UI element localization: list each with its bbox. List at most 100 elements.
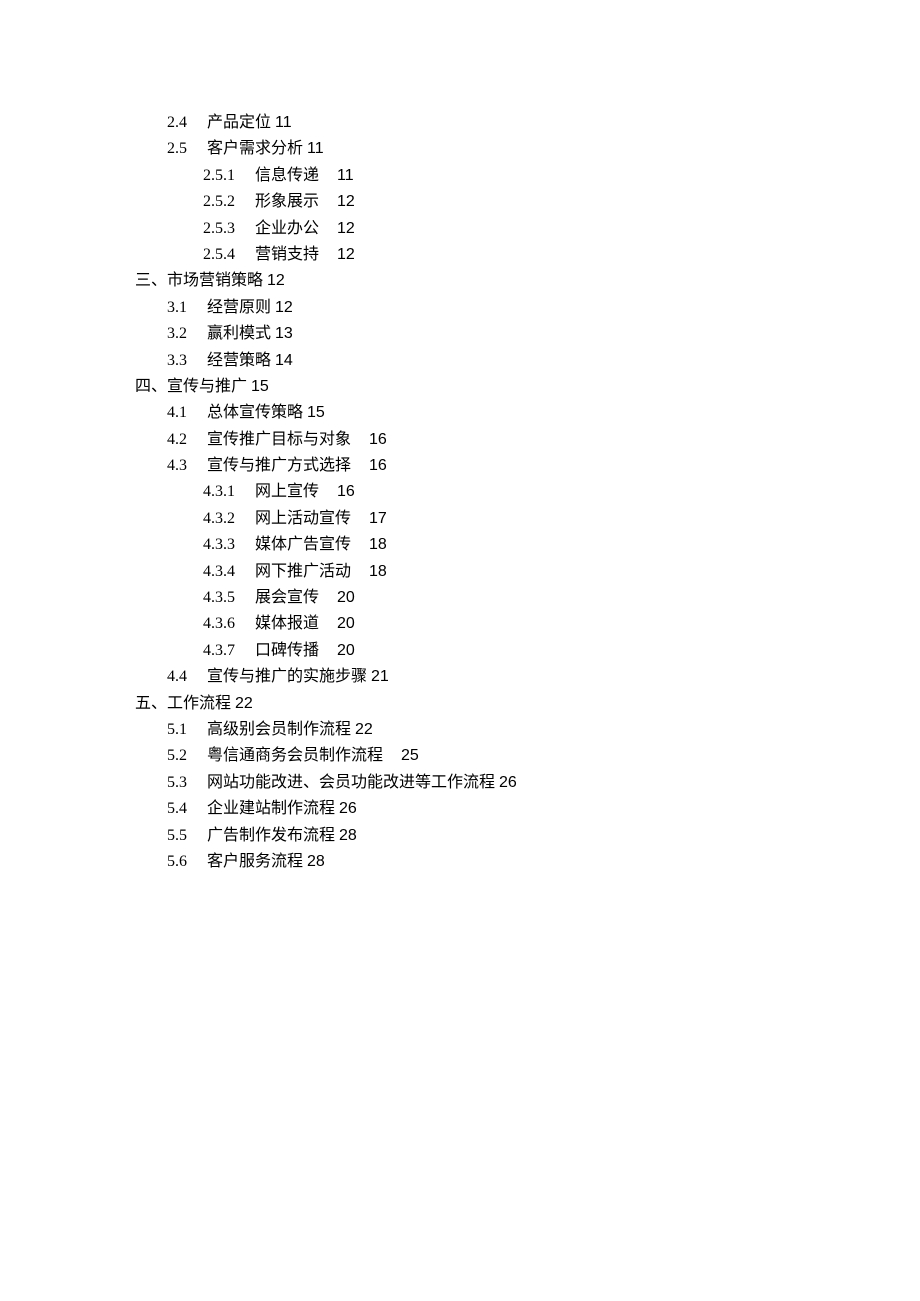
toc-title: 企业办公 — [255, 220, 319, 237]
toc-section-number: 4.3.7 — [203, 638, 255, 664]
toc-title: 客户需求分析 — [207, 140, 303, 157]
toc-title: 网上宣传 — [255, 483, 319, 500]
toc-page-number: 12 — [337, 246, 355, 263]
toc-page-number: 12 — [275, 299, 293, 316]
toc-section-number: 5.1 — [167, 717, 207, 743]
toc-section-number: 4.3 — [167, 453, 207, 479]
toc-title: 高级别会员制作流程 — [207, 721, 351, 738]
toc-entry: 4.3.1网上宣传 16 — [203, 479, 785, 505]
toc-section-number: 5.3 — [167, 770, 207, 796]
toc-entry: 4.3.2网上活动宣传17 — [203, 506, 785, 532]
toc-section-number: 5.4 — [167, 796, 207, 822]
toc-title: 网下推广活动 — [255, 563, 351, 580]
toc-entry: 5.2粤信通商务会员制作流程 25 — [167, 743, 785, 769]
toc-entry: 三、市场营销策略12 — [135, 268, 785, 294]
toc-entry: 2.5.4营销支持12 — [203, 242, 785, 268]
toc-title: 宣传与推广的实施步骤 — [207, 668, 367, 685]
toc-page-number: 11 — [337, 167, 354, 184]
toc-section-number: 4.3.5 — [203, 585, 255, 611]
toc-entry: 4.3.6媒体报道 20 — [203, 611, 785, 637]
toc-section-number: 4.3.1 — [203, 479, 255, 505]
toc-entry: 4.3.5展会宣传 20 — [203, 585, 785, 611]
table-of-contents: 2.4产品定位112.5客户需求分析112.5.1信息传递112.5.2形象展示… — [135, 110, 785, 875]
toc-page-number: 22 — [355, 721, 373, 738]
toc-page-number: 17 — [369, 510, 387, 527]
toc-section-number: 三、 — [135, 272, 167, 289]
toc-page-number: 12 — [267, 272, 285, 289]
toc-section-number: 5.5 — [167, 823, 207, 849]
toc-section-number: 2.5.2 — [203, 189, 255, 215]
toc-title: 客户服务流程 — [207, 853, 303, 870]
toc-section-number: 2.5 — [167, 136, 207, 162]
toc-section-number: 2.5.3 — [203, 216, 255, 242]
toc-entry: 5.3网站功能改进、会员功能改进等工作流程26 — [167, 770, 785, 796]
toc-title: 网上活动宣传 — [255, 510, 351, 527]
toc-title: 媒体广告宣传 — [255, 536, 351, 553]
toc-entry: 4.3.7口碑传播 20 — [203, 638, 785, 664]
toc-entry: 2.4产品定位11 — [167, 110, 785, 136]
toc-page-number: 12 — [337, 193, 355, 210]
toc-section-number: 2.5.1 — [203, 163, 255, 189]
toc-page-number: 25 — [401, 747, 419, 764]
toc-page-number: 16 — [337, 483, 355, 500]
toc-entry: 4.4宣传与推广的实施步骤21 — [167, 664, 785, 690]
toc-section-number: 3.1 — [167, 295, 207, 321]
toc-title: 经营原则 — [207, 299, 271, 316]
toc-page-number: 15 — [307, 404, 325, 421]
toc-title: 宣传与推广方式选择 — [207, 457, 351, 474]
toc-title: 口碑传播 — [255, 642, 319, 659]
toc-page-number: 28 — [339, 827, 357, 844]
toc-section-number: 4.4 — [167, 664, 207, 690]
toc-title: 赢利模式 — [207, 325, 271, 342]
toc-page-number: 11 — [275, 114, 292, 131]
toc-entry: 四、宣传与推广15 — [135, 374, 785, 400]
toc-page-number: 20 — [337, 642, 355, 659]
toc-title: 媒体报道 — [255, 615, 319, 632]
toc-entry: 2.5客户需求分析11 — [167, 136, 785, 162]
toc-title: 信息传递 — [255, 167, 319, 184]
toc-title: 广告制作发布流程 — [207, 827, 335, 844]
toc-title: 粤信通商务会员制作流程 — [207, 747, 383, 764]
toc-title: 形象展示 — [255, 193, 319, 210]
toc-page-number: 18 — [369, 536, 387, 553]
toc-entry: 5.6客户服务流程28 — [167, 849, 785, 875]
toc-title: 宣传推广目标与对象 — [207, 431, 351, 448]
toc-entry: 3.1经营原则12 — [167, 295, 785, 321]
toc-section-number: 4.1 — [167, 400, 207, 426]
toc-entry: 3.3经营策略14 — [167, 348, 785, 374]
toc-title: 产品定位 — [207, 114, 271, 131]
toc-section-number: 4.3.4 — [203, 559, 255, 585]
toc-page-number: 16 — [369, 457, 387, 474]
toc-page-number: 21 — [371, 668, 389, 685]
toc-page-number: 26 — [339, 800, 357, 817]
toc-section-number: 四、 — [135, 378, 167, 395]
toc-entry: 5.5广告制作发布流程28 — [167, 823, 785, 849]
toc-page-number: 20 — [337, 589, 355, 606]
toc-section-number: 5.2 — [167, 743, 207, 769]
toc-section-number: 4.3.6 — [203, 611, 255, 637]
toc-entry: 3.2赢利模式13 — [167, 321, 785, 347]
toc-title: 市场营销策略 — [167, 272, 263, 289]
toc-title: 宣传与推广 — [167, 378, 247, 395]
toc-entry: 5.1高级别会员制作流程22 — [167, 717, 785, 743]
toc-page-number: 16 — [369, 431, 387, 448]
toc-page-number: 18 — [369, 563, 387, 580]
toc-entry: 4.2宣传推广目标与对象 16 — [167, 427, 785, 453]
toc-page-number: 12 — [337, 220, 355, 237]
toc-page-number: 26 — [499, 774, 517, 791]
toc-title: 总体宣传策略 — [207, 404, 303, 421]
toc-section-number: 3.2 — [167, 321, 207, 347]
toc-section-number: 5.6 — [167, 849, 207, 875]
toc-title: 展会宣传 — [255, 589, 319, 606]
toc-section-number: 3.3 — [167, 348, 207, 374]
toc-page-number: 20 — [337, 615, 355, 632]
toc-section-number: 4.2 — [167, 427, 207, 453]
toc-title: 工作流程 — [167, 695, 231, 712]
toc-entry: 4.3.4网下推广活动 18 — [203, 559, 785, 585]
toc-entry: 2.5.2形象展示 12 — [203, 189, 785, 215]
toc-title: 经营策略 — [207, 352, 271, 369]
toc-page-number: 22 — [235, 695, 253, 712]
toc-entry: 5.4企业建站制作流程26 — [167, 796, 785, 822]
toc-entry: 4.3.3媒体广告宣传18 — [203, 532, 785, 558]
toc-entry: 五、工作流程22 — [135, 691, 785, 717]
